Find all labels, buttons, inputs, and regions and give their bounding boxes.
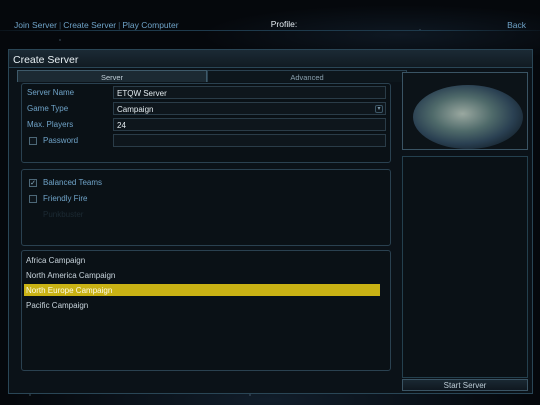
nav-create-server[interactable]: Create Server xyxy=(63,20,116,30)
top-navigation-bar: Join Server | Create Server | Play Computer … xyxy=(0,14,540,36)
map-preview-image xyxy=(402,72,528,150)
top-nav-links: Join Server | Create Server | Play Computer xyxy=(14,20,179,30)
password-label: Password xyxy=(43,136,79,145)
list-item-selected[interactable]: North Europe Campaign xyxy=(24,284,380,296)
window-title: Create Server xyxy=(9,50,532,68)
top-divider xyxy=(0,30,540,31)
friendly-fire-checkbox[interactable] xyxy=(29,195,37,203)
server-name-label: Server Name xyxy=(27,88,75,97)
campaign-list-panel: Africa Campaign North America Campaign N… xyxy=(21,250,391,371)
password-checkbox[interactable] xyxy=(29,137,37,145)
nav-separator: | xyxy=(59,20,62,30)
server-settings-panel: Server Name ETQW Server Game Type Campai… xyxy=(21,83,391,163)
game-type-select[interactable]: Campaign ▾ xyxy=(113,102,386,115)
nav-join-server[interactable]: Join Server xyxy=(14,20,57,30)
list-item[interactable]: Pacific Campaign xyxy=(24,299,380,311)
balanced-teams-checkbox[interactable]: ✓ xyxy=(29,179,37,187)
punkbuster-label: Punkbuster xyxy=(43,210,84,219)
list-item[interactable]: North America Campaign xyxy=(24,269,380,281)
nav-separator: | xyxy=(118,20,121,30)
friendly-fire-label: Friendly Fire xyxy=(43,194,88,203)
tab-bar: Server Advanced xyxy=(17,70,407,82)
tab-advanced[interactable]: Advanced xyxy=(207,70,407,82)
planet-image xyxy=(413,85,523,149)
server-name-input[interactable]: ETQW Server xyxy=(113,86,386,99)
list-item[interactable]: Africa Campaign xyxy=(24,254,380,266)
nav-play-computer[interactable]: Play Computer xyxy=(122,20,178,30)
max-players-input[interactable]: 24 xyxy=(113,118,386,131)
start-server-button[interactable]: Start Server xyxy=(402,379,528,391)
chevron-down-icon[interactable]: ▾ xyxy=(375,105,383,113)
back-button[interactable]: Back xyxy=(507,20,526,30)
game-type-value: Campaign xyxy=(117,105,154,114)
max-players-label: Max. Players xyxy=(27,120,74,129)
password-input[interactable] xyxy=(113,134,386,147)
game-options-panel: ✓ Balanced Teams Friendly Fire Punkbuste… xyxy=(21,169,391,246)
create-server-window: Create Server Server Advanced Server Nam… xyxy=(8,49,533,394)
profile-label[interactable]: Profile: xyxy=(262,19,306,29)
tab-server[interactable]: Server xyxy=(17,70,207,82)
balanced-teams-label: Balanced Teams xyxy=(43,178,102,187)
map-info-panel xyxy=(402,156,528,378)
game-type-label: Game Type xyxy=(27,104,69,113)
